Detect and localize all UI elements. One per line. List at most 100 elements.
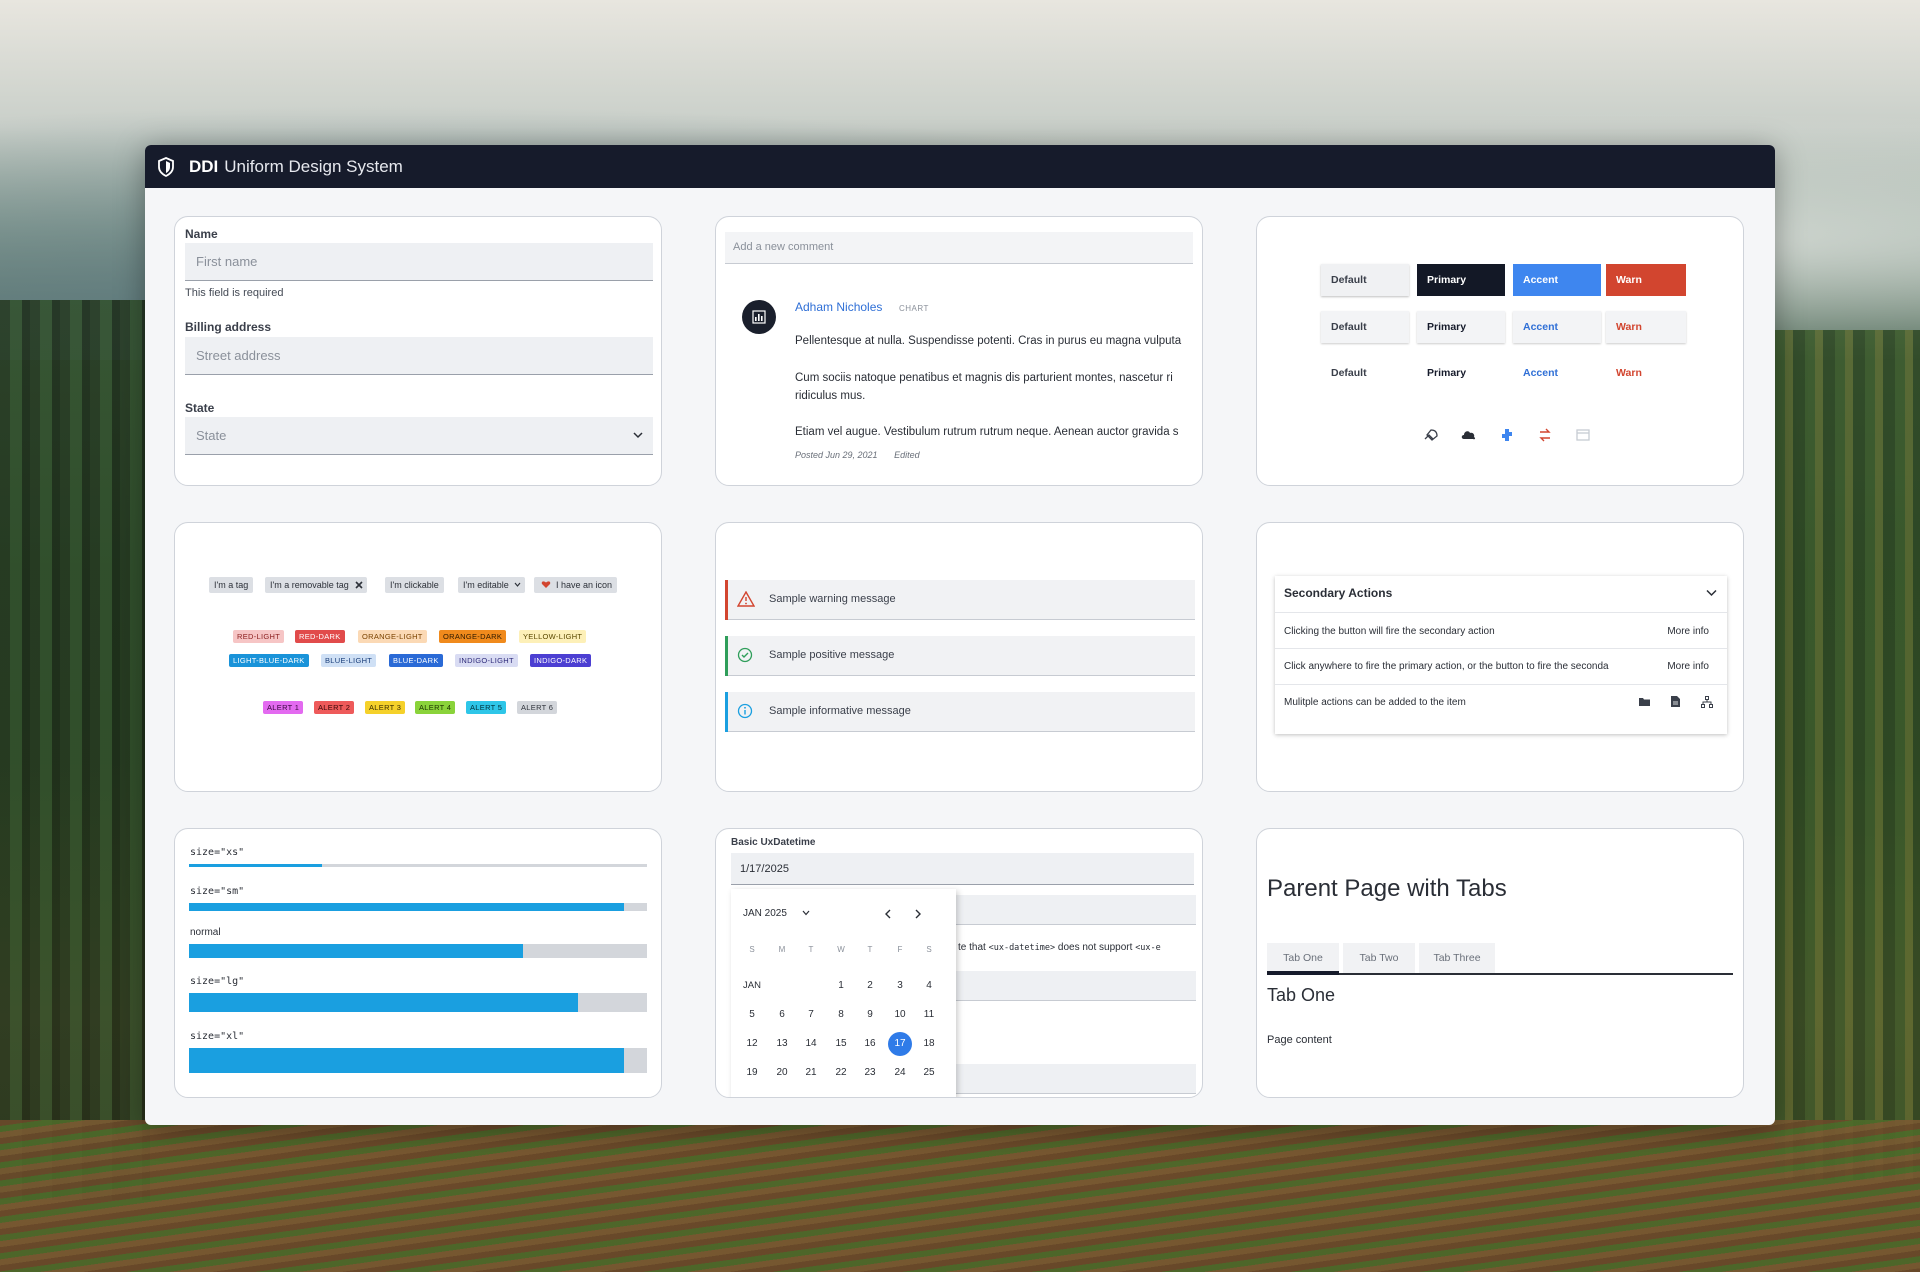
calendar-day[interactable]: 19 <box>740 1061 764 1085</box>
list-item[interactable]: Mulitple actions can be added to the ite… <box>1284 697 1718 708</box>
calendar-day[interactable]: 7 <box>799 1003 823 1027</box>
calendar-day[interactable]: 10 <box>888 1003 912 1027</box>
calendar-day[interactable]: 2 <box>858 974 882 998</box>
progress-label-lg: size="lg" <box>190 976 245 987</box>
warn-button[interactable]: Warn <box>1606 264 1686 296</box>
note-code: <ux-datetime> <box>988 943 1056 953</box>
calendar-day[interactable]: 22 <box>829 1061 853 1085</box>
tab-two[interactable]: Tab Two <box>1343 943 1415 973</box>
underlying-field <box>956 895 1196 925</box>
warning-alert: Sample warning message <box>725 580 1195 620</box>
sitemap-icon[interactable] <box>1701 696 1713 708</box>
comment-author[interactable]: Adham Nicholes <box>795 300 882 314</box>
comment-placeholder: Add a new comment <box>733 241 834 253</box>
calendar-day[interactable]: 5 <box>740 1003 764 1027</box>
puzzle-icon[interactable] <box>1499 427 1515 443</box>
primary-button[interactable]: Primary <box>1417 264 1505 296</box>
calendar-day[interactable]: 18 <box>917 1032 941 1056</box>
warn-link-button[interactable]: Warn <box>1606 357 1686 389</box>
calendar-day-selected[interactable]: 17 <box>888 1032 912 1056</box>
accent-button[interactable]: Accent <box>1513 264 1601 296</box>
chevron-right-icon[interactable] <box>914 909 922 919</box>
default-button[interactable]: Default <box>1321 264 1409 296</box>
close-icon[interactable] <box>355 581 363 589</box>
accent-secondary-button[interactable]: Accent <box>1513 311 1601 343</box>
primary-link-button[interactable]: Primary <box>1417 357 1505 389</box>
calendar-day[interactable]: 9 <box>858 1003 882 1027</box>
first-name-input[interactable]: First name <box>185 243 653 281</box>
default-secondary-button[interactable]: Default <box>1321 311 1409 343</box>
chevron-down-icon[interactable] <box>1706 589 1717 597</box>
progress-bar-normal <box>189 944 647 958</box>
heart-icon <box>541 581 551 588</box>
more-info-button[interactable]: More info <box>1667 626 1709 637</box>
folder-icon[interactable] <box>1639 697 1650 707</box>
calendar-day[interactable]: 12 <box>740 1032 764 1056</box>
divider <box>1275 612 1727 613</box>
color-tag-light-blue-dark: LIGHT-BLUE-DARK <box>229 654 309 667</box>
day-of-week: S <box>749 945 755 954</box>
calendar-day[interactable]: 8 <box>829 1003 853 1027</box>
window-icon[interactable] <box>1575 427 1591 443</box>
calendar-day[interactable]: 25 <box>917 1061 941 1085</box>
panel-title[interactable]: Secondary Actions <box>1284 586 1392 600</box>
editable-tag-label: I'm editable <box>463 580 509 590</box>
comment-input[interactable]: Add a new comment <box>725 232 1193 264</box>
expansion-panel: Secondary Actions Clicking the button wi… <box>1275 576 1727 734</box>
chevron-left-icon[interactable] <box>884 909 892 919</box>
alert-tag: ALERT 4 <box>415 701 456 714</box>
state-label: State <box>185 401 215 415</box>
day-of-week: M <box>778 945 786 954</box>
document-icon[interactable] <box>1671 696 1680 707</box>
cloud-icon[interactable] <box>1461 427 1477 443</box>
calendar-day[interactable]: 15 <box>829 1032 853 1056</box>
calendar-day[interactable]: 23 <box>858 1061 882 1085</box>
calendar-day[interactable]: 21 <box>799 1061 823 1085</box>
tab-one[interactable]: Tab One <box>1267 943 1339 973</box>
billing-label: Billing address <box>185 320 272 334</box>
removable-tag-label: I'm a removable tag <box>270 580 349 590</box>
tags-card: I'm a tag I'm a removable tag I'm clicka… <box>174 522 662 792</box>
list-item[interactable]: Clicking the button will fire the second… <box>1284 626 1718 637</box>
calendar-day[interactable]: 1 <box>829 974 853 998</box>
primary-secondary-button[interactable]: Primary <box>1417 311 1505 343</box>
calendar-day[interactable]: 16 <box>858 1032 882 1056</box>
datetime-note: te that <ux-datetime> does not support <… <box>958 942 1161 953</box>
more-info-button[interactable]: More info <box>1667 661 1709 672</box>
list-item-text: Clicking the button will fire the second… <box>1284 626 1495 637</box>
street-address-input[interactable]: Street address <box>185 337 653 375</box>
default-link-button[interactable]: Default <box>1321 357 1409 389</box>
state-select[interactable]: State <box>185 417 653 455</box>
positive-message: Sample positive message <box>769 649 895 661</box>
page-title: Parent Page with Tabs <box>1267 875 1507 902</box>
accent-link-button[interactable]: Accent <box>1513 357 1601 389</box>
month-select[interactable]: JAN 2025 <box>743 908 810 919</box>
clickable-tag[interactable]: I'm clickable <box>385 577 444 593</box>
datetime-input[interactable]: 1/17/2025 <box>731 853 1194 885</box>
day-of-week: T <box>867 945 873 954</box>
warn-secondary-button[interactable]: Warn <box>1606 311 1686 343</box>
calendar-day[interactable]: 3 <box>888 974 912 998</box>
calendar-day[interactable]: 4 <box>917 974 941 998</box>
calendar-day[interactable]: 24 <box>888 1061 912 1085</box>
calendar-day[interactable]: 11 <box>917 1003 941 1027</box>
progress-label-xs: size="xs" <box>190 847 245 858</box>
note-code: <ux-e <box>1135 943 1161 953</box>
rocket-icon[interactable] <box>1423 427 1439 443</box>
alert-bar <box>725 692 728 732</box>
list-item[interactable]: Click anywhere to fire the primary actio… <box>1284 661 1634 672</box>
arrows-icon[interactable] <box>1537 427 1553 443</box>
progress-fill <box>189 944 524 958</box>
calendar-day[interactable]: 6 <box>770 1003 794 1027</box>
chevron-down-icon <box>802 910 810 916</box>
divider <box>1275 648 1727 649</box>
tab-three[interactable]: Tab Three <box>1419 943 1495 973</box>
list-item-text: Click anywhere to fire the primary actio… <box>1284 661 1609 672</box>
calendar-day[interactable]: 13 <box>770 1032 794 1056</box>
check-circle-icon <box>737 647 753 663</box>
comment-tag: CHART <box>899 304 929 313</box>
editable-tag[interactable]: I'm editable <box>458 577 525 593</box>
month-select-label: JAN 2025 <box>743 908 787 919</box>
calendar-day[interactable]: 14 <box>799 1032 823 1056</box>
calendar-day[interactable]: 20 <box>770 1061 794 1085</box>
